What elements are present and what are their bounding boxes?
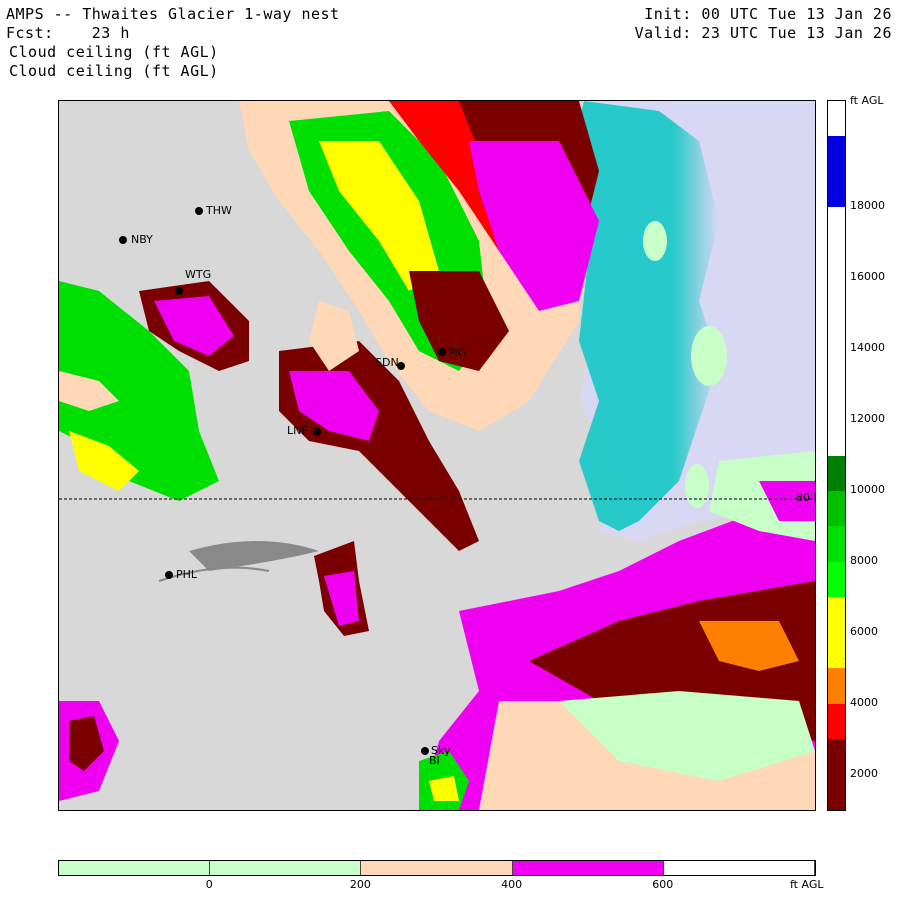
colorbar-segment	[828, 207, 845, 243]
colorbar-segment	[828, 455, 845, 491]
field-name-1: Cloud ceiling (ft AGL)	[9, 43, 219, 61]
colorbar-segment	[828, 632, 845, 669]
station-dot-pig	[438, 348, 446, 356]
colorbar-segment	[828, 278, 845, 314]
colorbar-tick-label: 14000	[850, 341, 885, 355]
colorbar-tick-label: 18000	[850, 199, 885, 213]
colorbar-segment	[828, 561, 845, 598]
cloud-ceiling-field	[59, 101, 815, 810]
colorbar-segment	[828, 313, 845, 350]
colorbar-tick-label: 16000	[850, 270, 885, 284]
colorbar-segment	[828, 171, 845, 208]
bottom-colorbar-tick-label: 400	[501, 878, 523, 891]
bottom-colorbar-segment	[663, 861, 815, 875]
station-label-bi: BI	[429, 754, 440, 767]
colorbar-segment	[828, 101, 845, 137]
ceiling-colorbar	[827, 100, 846, 811]
colorbar-segment	[828, 526, 845, 562]
station-dot-phl	[165, 571, 173, 579]
colorbar-tick-label: 4000	[850, 695, 878, 709]
colorbar-segment	[828, 597, 845, 633]
init-time: Init: 00 UTC Tue 13 Jan 26	[644, 5, 892, 23]
colorbar-tick-label: 8000	[850, 553, 878, 567]
station-label-pig: PIG	[448, 346, 467, 359]
model-title: AMPS -- Thwaites Glacier 1-way nest	[6, 5, 340, 23]
station-label-lne: LNE	[287, 424, 309, 437]
station-label-sdn: SDN	[375, 356, 399, 369]
station-dot-lne	[313, 428, 321, 436]
colorbar-segment	[828, 420, 845, 456]
colorbar-segment	[828, 242, 845, 279]
station-dot-sky	[421, 747, 429, 755]
station-dot-wtg	[175, 287, 183, 295]
longitude-label: 80 W	[796, 491, 815, 504]
colorbar-segment	[828, 490, 845, 527]
colorbar-segment	[828, 739, 845, 775]
bottom-colorbar-segment	[59, 861, 211, 875]
map-panel[interactable]: THW NBY WTG SDN PIG LNE PHL Sky BI 80 W	[58, 100, 816, 811]
colorbar-tick-label: 10000	[850, 482, 885, 496]
station-label-thw: THW	[206, 204, 232, 217]
colorbar-tick-label: 2000	[850, 766, 878, 780]
station-label-nby: NBY	[131, 233, 153, 246]
colorbar-segment	[828, 349, 845, 385]
colorbar-segment	[828, 136, 845, 172]
station-dot-nby	[119, 236, 127, 244]
bottom-colorbar-segment	[210, 861, 362, 875]
bottom-colorbar-segment	[512, 861, 664, 875]
bottom-colorbar-tick-label: 600	[652, 878, 674, 891]
bottom-colorbar-segment	[361, 861, 513, 875]
colorbar-segment	[828, 668, 845, 704]
field-name-2: Cloud ceiling (ft AGL)	[9, 62, 219, 80]
colorbar-units: ft AGL	[850, 94, 884, 107]
colorbar-segment	[828, 384, 845, 421]
colorbar-segment	[828, 703, 845, 740]
station-label-wtg: WTG	[185, 268, 212, 281]
station-dot-thw	[195, 207, 203, 215]
bottom-colorbar-units: ft AGL	[790, 878, 824, 891]
station-label-phl: PHL	[176, 568, 198, 581]
low-ceiling-colorbar	[58, 860, 816, 876]
forecast-hour: Fcst: 23 h	[6, 24, 130, 42]
colorbar-segment	[828, 774, 845, 810]
bottom-colorbar-tick-label: 0	[205, 878, 213, 891]
colorbar-tick-label: 6000	[850, 624, 878, 638]
bottom-colorbar-tick-label: 200	[349, 878, 371, 891]
colorbar-tick-label: 12000	[850, 412, 885, 426]
valid-time: Valid: 23 UTC Tue 13 Jan 26	[634, 24, 892, 42]
